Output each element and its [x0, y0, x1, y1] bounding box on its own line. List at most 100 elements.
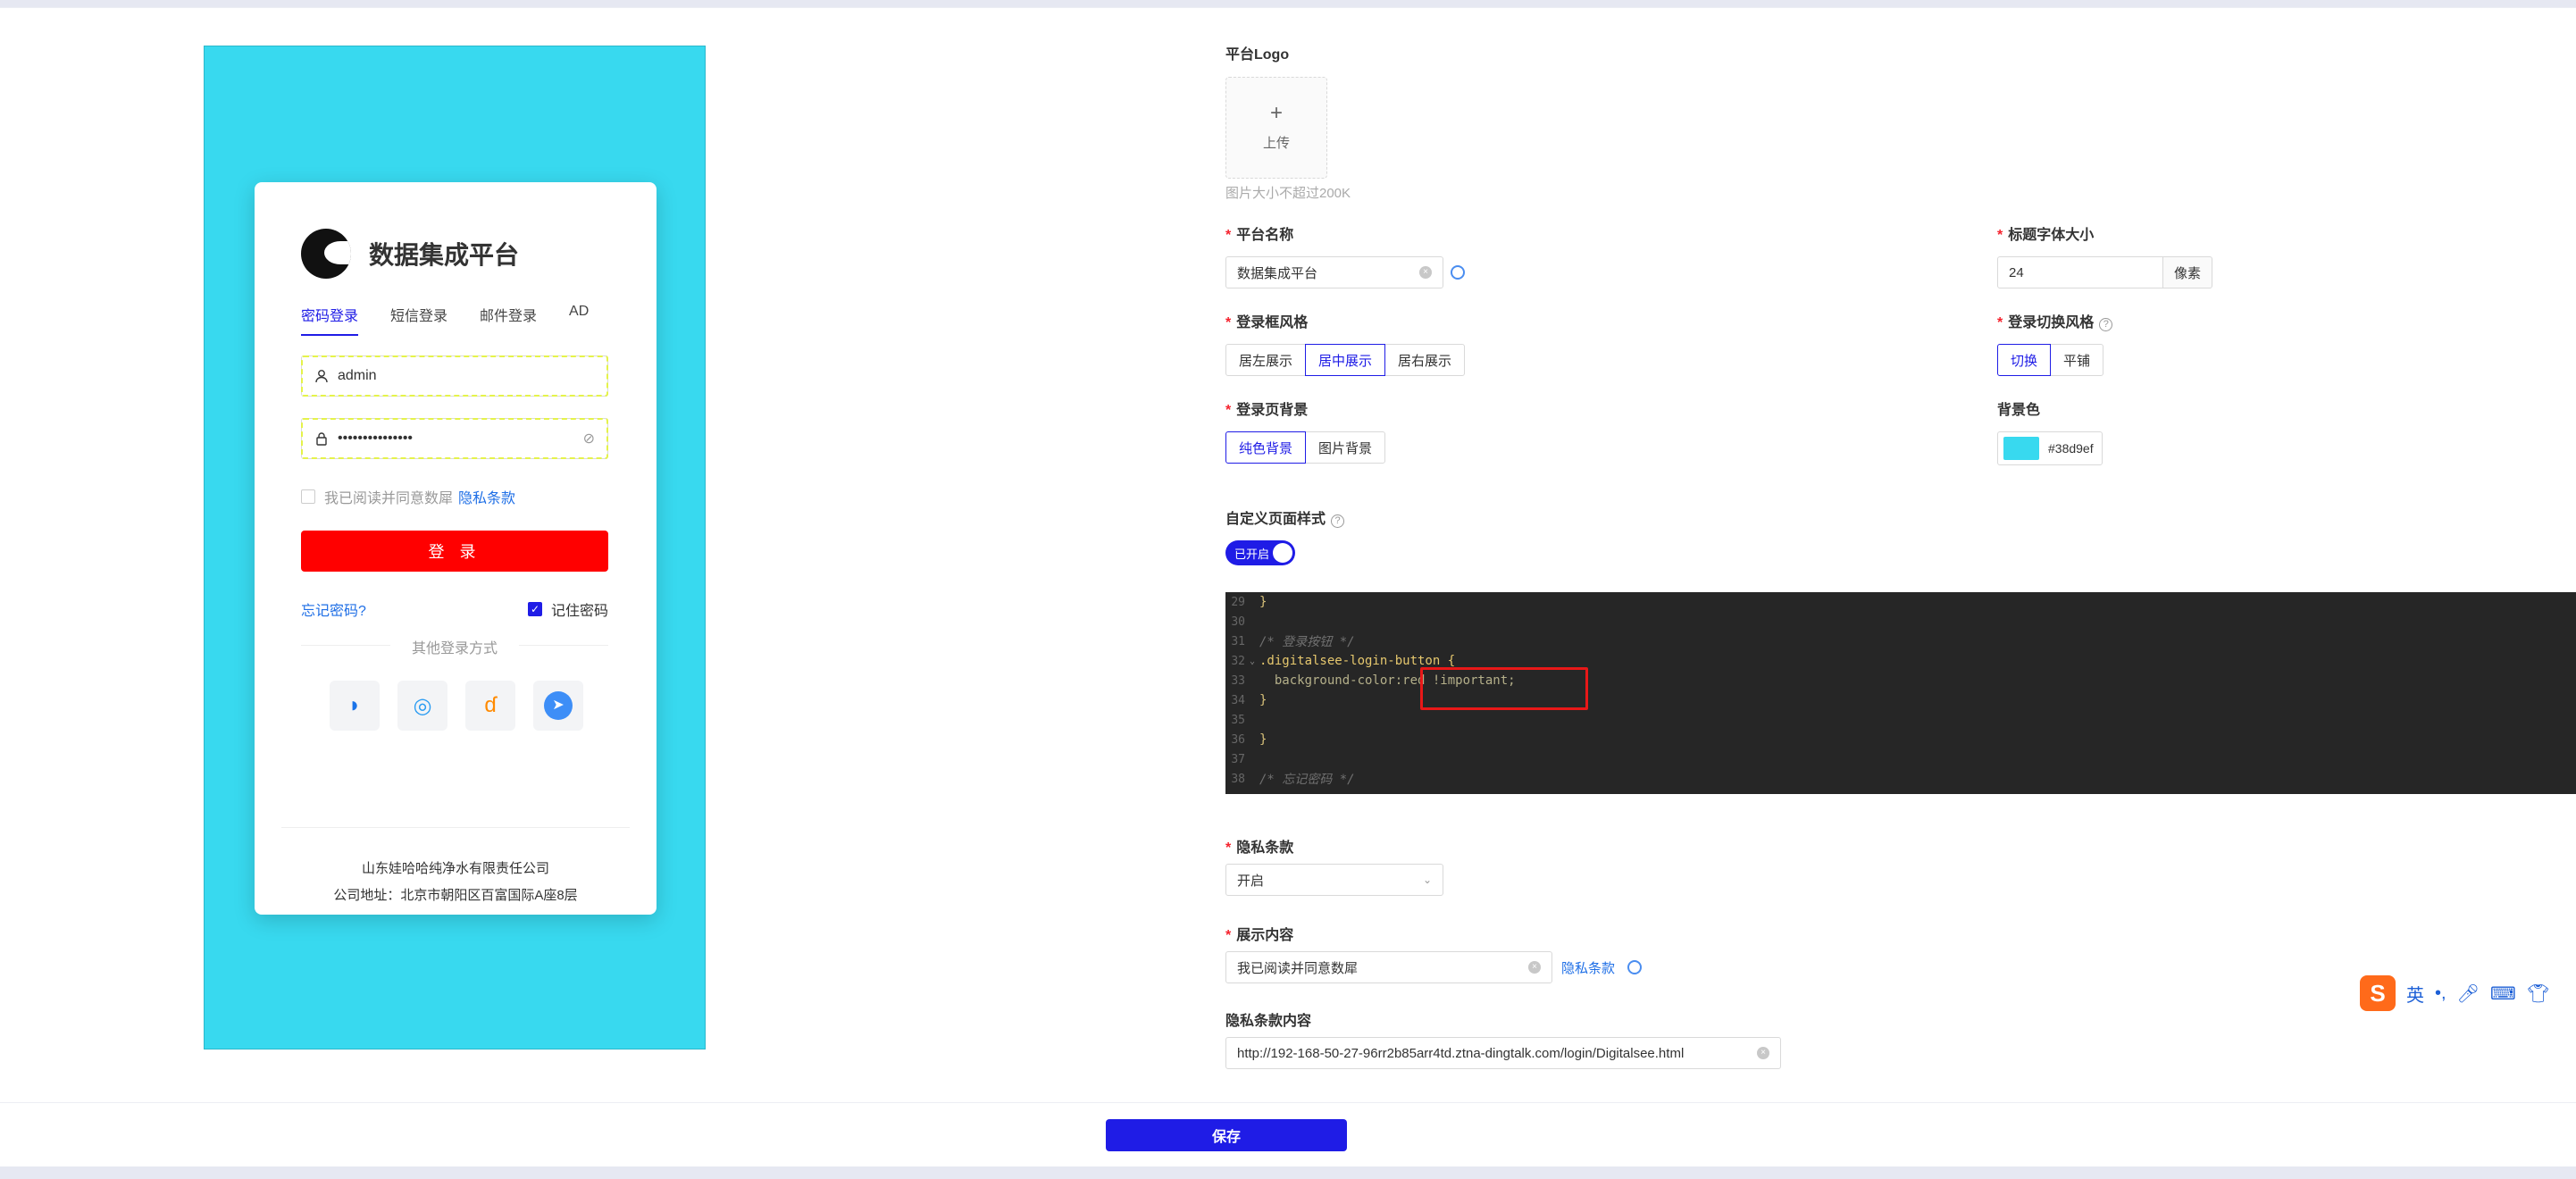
- remember-checkbox[interactable]: ✓: [528, 602, 542, 616]
- company-address: 公司地址：北京市朝阳区百富国际A座8层: [333, 888, 578, 903]
- code-line: 35: [1231, 713, 1245, 727]
- dingtalk-icon[interactable]: ɗ: [465, 681, 515, 731]
- help-icon[interactable]: ?: [2099, 318, 2113, 331]
- upload-hint: 图片大小不超过200K: [1225, 186, 1351, 201]
- company-info: 山东娃哈哈纯净水有限责任公司 公司地址：北京市朝阳区百富国际A座8层: [255, 856, 657, 909]
- display-content-input[interactable]: 我已阅读并同意数犀 ×: [1225, 951, 1552, 983]
- username-field[interactable]: admin: [301, 355, 608, 397]
- bottom-strip: [0, 1166, 2576, 1179]
- card-divider: [281, 827, 630, 828]
- user-icon: [315, 370, 328, 383]
- skin-icon[interactable]: 👕︎: [2527, 982, 2549, 1005]
- login-box-style-label: * 登录框风格: [1225, 315, 1309, 330]
- bg-color-label: 背景色: [1997, 403, 2041, 418]
- logo-label: 平台Logo: [1225, 47, 1290, 63]
- remember-label: 记住密码: [551, 604, 609, 619]
- custom-style-toggle[interactable]: 已开启: [1225, 540, 1295, 565]
- pixel-unit: 像素: [2162, 256, 2212, 288]
- code-line: 37: [1231, 752, 1245, 766]
- login-bg-label: * 登录页背景: [1225, 403, 1309, 418]
- plus-icon: +: [1269, 101, 1283, 125]
- company-name: 山东娃哈哈纯净水有限责任公司: [361, 861, 549, 876]
- remember-row: ✓ 记住密码: [528, 598, 608, 620]
- agree-checkbox[interactable]: [301, 489, 315, 504]
- tab-password-login[interactable]: 密码登录: [301, 304, 359, 336]
- title-font-size-label: * 标题字体大小: [1997, 228, 2095, 243]
- help-icon[interactable]: ?: [1331, 514, 1345, 528]
- login-preview: 数据集成平台 密码登录 短信登录 邮件登录 AD admin •••••••••…: [204, 46, 706, 1049]
- login-card: 数据集成平台 密码登录 短信登录 邮件登录 AD admin •••••••••…: [255, 182, 657, 915]
- platform-title: 数据集成平台: [369, 241, 520, 269]
- agree-row: 我已阅读并同意数犀 隐私条款: [301, 486, 515, 507]
- privacy-content-label: 隐私条款内容: [1225, 1014, 1312, 1029]
- login-box-right-option[interactable]: 居右展示: [1384, 344, 1466, 376]
- forgot-password-link[interactable]: 忘记密码?: [301, 598, 366, 620]
- microphone-icon[interactable]: 🎤︎: [2457, 982, 2480, 1005]
- login-bg-group: 纯色背景 图片背景: [1225, 431, 1386, 464]
- tile-option[interactable]: 平铺: [2050, 344, 2104, 376]
- top-strip: [0, 0, 2576, 7]
- eye-hidden-icon[interactable]: ⊘: [583, 430, 595, 447]
- login-box-left-option[interactable]: 居左展示: [1225, 344, 1307, 376]
- solid-bg-option[interactable]: 纯色背景: [1225, 431, 1307, 464]
- privacy-select[interactable]: 开启 ⌄: [1225, 864, 1443, 896]
- other-login-divider: 其他登录方式: [301, 636, 608, 657]
- tab-email-login[interactable]: 邮件登录: [480, 304, 537, 336]
- code-line: 38/* 忘记密码 */: [1231, 772, 1355, 788]
- globe-icon[interactable]: [1627, 960, 1642, 974]
- agree-text: 我已阅读并同意数犀: [324, 491, 454, 506]
- clear-icon[interactable]: ×: [1419, 266, 1432, 279]
- bg-color-value: #38d9ef: [2048, 441, 2094, 456]
- code-line: 30: [1231, 615, 1245, 629]
- bg-color-picker[interactable]: #38d9ef: [1997, 431, 2103, 465]
- tab-ad-login[interactable]: AD: [569, 304, 589, 336]
- platform-name-input[interactable]: 数据集成平台 ×: [1225, 256, 1443, 288]
- save-button[interactable]: 保存: [1106, 1119, 1347, 1151]
- privacy-url-input[interactable]: http://192-168-50-27-96rr2b85arr4td.ztna…: [1225, 1037, 1781, 1069]
- lock-icon: [316, 432, 327, 446]
- privacy-label: * 隐私条款: [1225, 840, 1294, 856]
- switch-option[interactable]: 切换: [1997, 344, 2052, 376]
- settings-page: 数据集成平台 密码登录 短信登录 邮件登录 AD admin •••••••••…: [0, 7, 2576, 1102]
- code-line: 31/* 登录按钮 */: [1231, 634, 1355, 650]
- tab-sms-login[interactable]: 短信登录: [390, 304, 447, 336]
- clear-icon[interactable]: ×: [1528, 961, 1541, 974]
- ime-mode[interactable]: 英: [2406, 981, 2424, 1007]
- punctuation-icon[interactable]: •,: [2435, 983, 2446, 1004]
- image-bg-option[interactable]: 图片背景: [1305, 431, 1386, 464]
- code-line: 34}: [1231, 693, 1267, 707]
- sogou-logo-icon[interactable]: S: [2360, 975, 2396, 1011]
- logo-upload[interactable]: + 上传: [1225, 77, 1327, 179]
- display-content-label: * 展示内容: [1225, 928, 1294, 943]
- globe-icon[interactable]: [1451, 265, 1465, 280]
- fold-chevron-icon: ⌄: [1249, 656, 1256, 666]
- username-value: admin: [338, 368, 377, 383]
- feishu-icon[interactable]: ◗: [330, 681, 380, 731]
- login-box-center-option[interactable]: 居中展示: [1305, 344, 1386, 376]
- keyboard-icon[interactable]: ⌨: [2490, 982, 2516, 1005]
- password-field[interactable]: ••••••••••••••• ⊘: [301, 418, 608, 459]
- logo-row: 数据集成平台: [301, 229, 519, 279]
- code-line: 36}: [1231, 732, 1267, 747]
- toggle-knob: [1273, 543, 1292, 563]
- wechat-work-icon[interactable]: ◎: [397, 681, 447, 731]
- ime-toolbar: S 英 •, 🎤︎ ⌨ 👕︎: [2360, 973, 2576, 1014]
- login-switch-style-group: 切换 平铺: [1997, 344, 2104, 376]
- title-font-size-input[interactable]: 24: [1997, 256, 2163, 288]
- privacy-link[interactable]: 隐私条款: [458, 486, 515, 507]
- chevron-down-icon: ⌄: [1422, 874, 1432, 886]
- login-button[interactable]: 登 录: [301, 531, 608, 572]
- custom-style-label: 自定义页面样式?: [1225, 506, 1345, 528]
- highlight-box: [1420, 667, 1588, 710]
- login-tabs: 密码登录 短信登录 邮件登录 AD: [301, 304, 589, 336]
- color-swatch: [2003, 437, 2039, 460]
- platform-logo-icon: [301, 229, 351, 279]
- login-box-style-group: 居左展示 居中展示 居右展示: [1225, 344, 1466, 376]
- upload-text: 上传: [1262, 136, 1290, 151]
- display-content-link[interactable]: 隐私条款: [1561, 958, 1615, 977]
- platform-name-label: * 平台名称: [1225, 228, 1294, 243]
- code-line: 29}: [1231, 595, 1267, 609]
- login-switch-style-label: * 登录切换风格?: [1997, 310, 2113, 331]
- lark-icon[interactable]: ➤: [533, 681, 583, 731]
- clear-icon[interactable]: ×: [1757, 1047, 1769, 1059]
